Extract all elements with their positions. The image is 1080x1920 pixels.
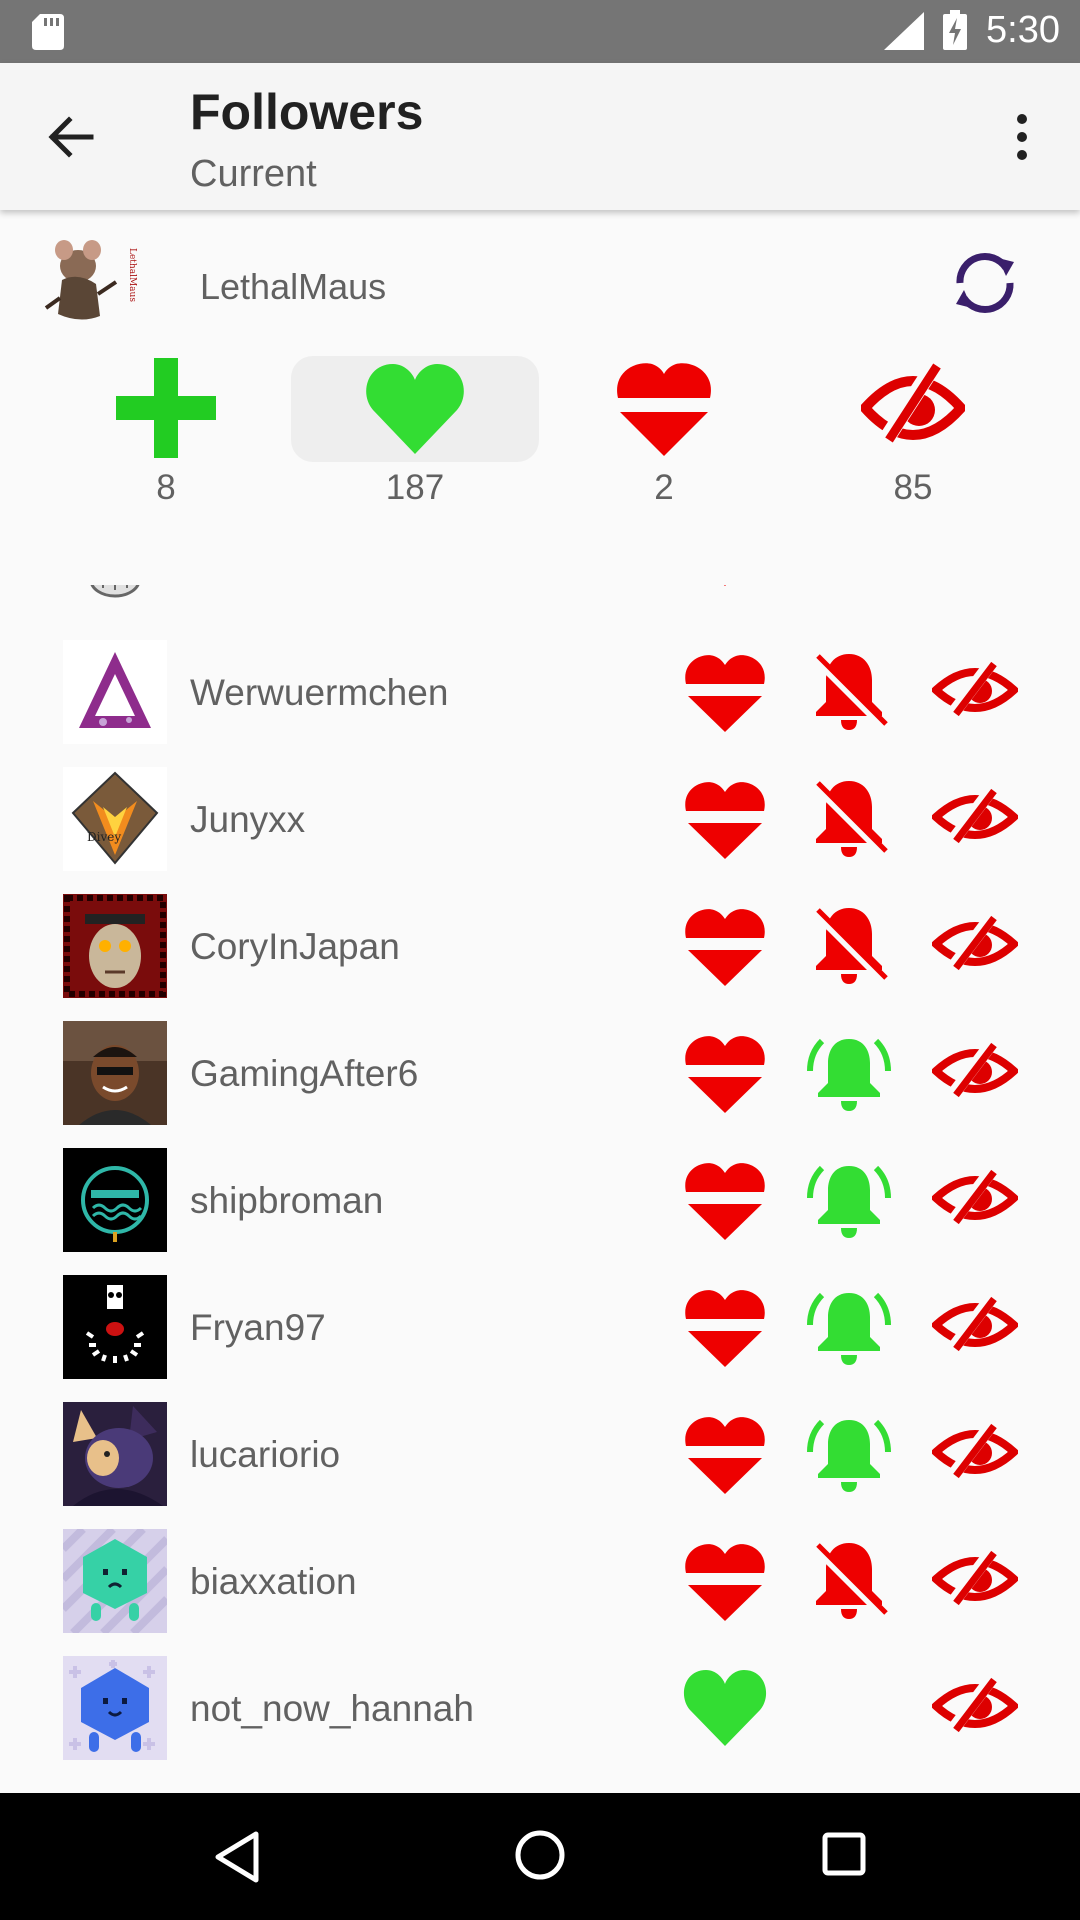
- stat-unfollowed[interactable]: 2: [540, 356, 788, 507]
- account-name: LethalMaus: [200, 266, 387, 307]
- list-item[interactable]: GamingAfter6: [0, 1017, 1080, 1144]
- notification-ringing-icon[interactable]: [806, 1412, 892, 1496]
- eye-hidden-icon[interactable]: [932, 912, 1018, 976]
- follower-list[interactable]: Werwuermchen Divey Junyxx CoryInJapan Ga…: [0, 585, 1080, 1793]
- follower-name: CoryInJapan: [190, 926, 400, 967]
- list-item[interactable]: CoryInJapan: [0, 890, 1080, 1017]
- eye-hidden-icon[interactable]: [932, 1547, 1018, 1611]
- unfollow-heart-icon[interactable]: [682, 1160, 768, 1240]
- notification-off-icon[interactable]: [806, 777, 892, 861]
- list-item[interactable]: lucariorio: [0, 1398, 1080, 1525]
- unfollow-heart-icon[interactable]: [682, 1033, 768, 1113]
- stat-hidden[interactable]: 85: [789, 356, 1037, 507]
- notification-off-icon[interactable]: [806, 1539, 892, 1623]
- list-item[interactable]: Werwuermchen: [0, 636, 1080, 763]
- status-bar: 5:30: [0, 0, 1080, 63]
- unfollow-heart-icon: [617, 363, 711, 456]
- unfollow-heart-icon[interactable]: [682, 652, 768, 732]
- notification-ringing-icon[interactable]: [806, 1285, 892, 1369]
- notification-off-icon[interactable]: [806, 904, 892, 988]
- follower-name: Junyxx: [190, 799, 306, 840]
- list-item[interactable]: Divey Junyxx: [0, 763, 1080, 890]
- eye-hidden-icon[interactable]: [932, 1166, 1018, 1230]
- page-title: Followers: [190, 84, 424, 140]
- eye-hidden-icon[interactable]: [932, 785, 1018, 849]
- follower-name: Fryan97: [190, 1307, 326, 1348]
- heart-icon: [366, 364, 464, 454]
- follower-name: shipbroman: [190, 1180, 384, 1221]
- stat-count: 85: [893, 468, 933, 507]
- stat-count: 187: [385, 468, 445, 507]
- more-options-icon[interactable]: [1010, 111, 1034, 163]
- avatar: [63, 1021, 167, 1125]
- svg-text:Divey: Divey: [87, 830, 121, 844]
- notification-ringing-icon[interactable]: [806, 1031, 892, 1115]
- avatar: [63, 1656, 167, 1760]
- nav-recents-icon[interactable]: [821, 1831, 867, 1877]
- eye-hidden-icon[interactable]: [932, 1039, 1018, 1103]
- follower-name: lucariorio: [190, 1434, 341, 1475]
- back-arrow-icon[interactable]: [45, 111, 97, 163]
- list-item[interactable]: [0, 585, 1080, 617]
- account-avatar: LethalMaus: [40, 228, 148, 336]
- avatar: [63, 1275, 167, 1379]
- avatar: Divey: [63, 767, 167, 871]
- list-item[interactable]: Fryan97: [0, 1271, 1080, 1398]
- follower-name: not_now_hannah: [190, 1688, 474, 1729]
- nav-back-icon[interactable]: [212, 1830, 262, 1884]
- follower-name: GamingAfter6: [190, 1053, 419, 1094]
- svg-text:LethalMaus: LethalMaus: [127, 248, 137, 302]
- stat-count: 2: [654, 468, 674, 507]
- app-bar: Followers Current: [0, 63, 1080, 210]
- avatar: [63, 1529, 167, 1633]
- eye-hidden-icon[interactable]: [932, 1674, 1018, 1738]
- sd-card-icon: [32, 14, 64, 50]
- unfollow-heart-icon[interactable]: [682, 1287, 768, 1367]
- list-item[interactable]: shipbroman: [0, 1144, 1080, 1271]
- status-clock: 5:30: [986, 9, 1060, 51]
- list-item[interactable]: not_now_hannah: [0, 1652, 1080, 1779]
- avatar: [63, 585, 167, 598]
- battery-charging-icon: [943, 10, 967, 50]
- eye-hidden-icon[interactable]: [932, 658, 1018, 722]
- plus-icon: [116, 358, 216, 458]
- unfollow-heart-icon[interactable]: [682, 585, 768, 586]
- avatar: [63, 640, 167, 744]
- nav-home-icon[interactable]: [514, 1829, 566, 1881]
- unfollow-heart-icon[interactable]: [682, 906, 768, 986]
- notification-off-icon[interactable]: [806, 650, 892, 734]
- unfollow-heart-icon[interactable]: [682, 779, 768, 859]
- refresh-icon[interactable]: [948, 246, 1022, 320]
- avatar: [63, 894, 167, 998]
- unfollow-heart-icon[interactable]: [682, 1541, 768, 1621]
- eye-hidden-icon[interactable]: [932, 1420, 1018, 1484]
- navigation-bar: [0, 1793, 1080, 1920]
- eye-hidden-icon[interactable]: [932, 1293, 1018, 1357]
- eye-hidden-icon: [861, 359, 965, 443]
- avatar: [63, 1402, 167, 1506]
- stat-count: 8: [156, 468, 176, 507]
- notification-bell-icon[interactable]: [806, 585, 892, 588]
- avatar: [63, 1148, 167, 1252]
- notification-ringing-icon[interactable]: [806, 1158, 892, 1242]
- page-subtitle: Current: [190, 153, 317, 195]
- follower-name: Werwuermchen: [190, 672, 449, 713]
- list-item[interactable]: biaxxation: [0, 1525, 1080, 1652]
- stat-followers[interactable]: 187: [291, 356, 539, 507]
- follower-name: biaxxation: [190, 1561, 357, 1602]
- cell-signal-icon: [884, 12, 924, 50]
- unfollow-heart-icon[interactable]: [682, 1414, 768, 1494]
- heart-icon[interactable]: [682, 1668, 768, 1748]
- stat-new-followers[interactable]: 8: [42, 356, 290, 507]
